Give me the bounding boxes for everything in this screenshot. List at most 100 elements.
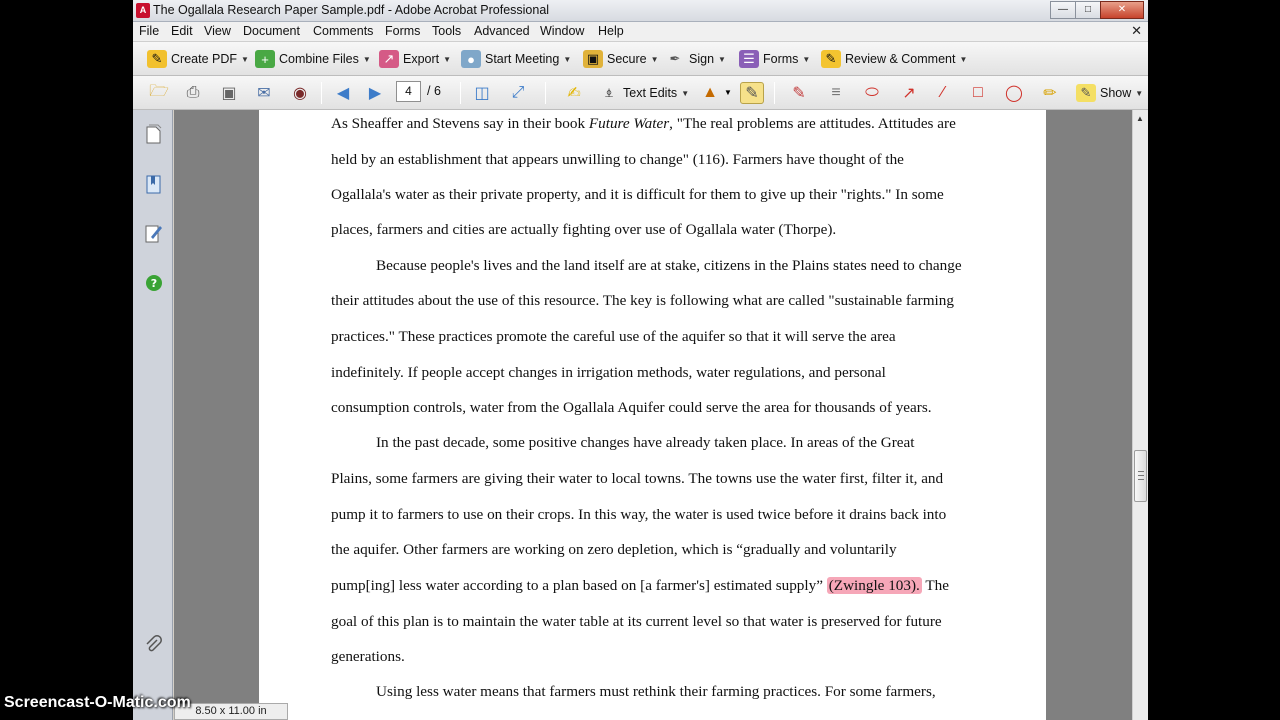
text-line: Using less water means that farmers must… bbox=[376, 683, 936, 700]
pdf-page: As Sheaffer and Stevens say in their boo… bbox=[259, 110, 1046, 720]
arrow-icon[interactable]: ↗ bbox=[897, 82, 921, 104]
chevron-down-icon: ▼ bbox=[718, 54, 726, 64]
chevron-down-icon: ▼ bbox=[241, 54, 249, 64]
secure-button[interactable]: ▣ Secure ▼ bbox=[583, 49, 659, 69]
previous-page-icon[interactable]: ◀ bbox=[331, 82, 355, 104]
highlight-annotation[interactable]: (Zwingle 103). bbox=[826, 577, 922, 594]
bookmarks-icon[interactable] bbox=[143, 173, 164, 195]
sign-label: Sign bbox=[689, 52, 715, 66]
chevron-down-icon: ▼ bbox=[959, 54, 968, 64]
review-comment-button[interactable]: ✎ Review & Comment ▼ bbox=[821, 49, 967, 69]
chevron-down-icon: ▼ bbox=[1135, 88, 1144, 98]
callout-icon[interactable]: ✎ bbox=[787, 82, 811, 104]
acrobat-app-icon: A bbox=[136, 3, 150, 18]
fit-width-icon[interactable]: ⤢ bbox=[506, 82, 530, 104]
text-line: consumption controls, water from the Oga… bbox=[331, 399, 932, 416]
line-icon[interactable]: ∕ bbox=[931, 82, 955, 104]
menu-view[interactable]: View bbox=[204, 24, 231, 38]
menu-file[interactable]: File bbox=[139, 24, 159, 38]
window-controls: — □ ✕ bbox=[1050, 1, 1144, 19]
text-line: generations. bbox=[331, 648, 405, 665]
chevron-down-icon: ▼ bbox=[681, 88, 690, 98]
maximize-icon[interactable]: □ bbox=[1075, 1, 1101, 19]
rectangle-icon[interactable]: □ bbox=[966, 82, 990, 104]
signatures-icon[interactable] bbox=[143, 222, 164, 244]
page-number-input[interactable]: 4 bbox=[396, 81, 421, 102]
combine-files-button[interactable]: + Combine Files ▼ bbox=[255, 49, 371, 69]
chevron-down-icon: ▼ bbox=[563, 54, 572, 64]
combine-files-icon: + bbox=[255, 50, 275, 68]
sign-button[interactable]: ✒ Sign ▼ bbox=[665, 49, 726, 69]
document-close-icon[interactable]: ✕ bbox=[1131, 23, 1142, 39]
minimize-icon[interactable]: — bbox=[1050, 1, 1076, 19]
text-line: Ogallala's water as their private proper… bbox=[331, 186, 944, 203]
vertical-scrollbar[interactable]: ▲ bbox=[1132, 110, 1148, 720]
left-black-border bbox=[0, 0, 133, 720]
next-page-icon[interactable]: ▶ bbox=[363, 82, 387, 104]
show-button[interactable]: ✎ Show ▼ bbox=[1076, 83, 1143, 103]
pencil-icon[interactable]: ✏ bbox=[1038, 82, 1062, 104]
camera-icon[interactable]: ◉ bbox=[288, 82, 312, 104]
pen-icon: ✒ bbox=[669, 51, 681, 66]
pages-icon[interactable] bbox=[143, 123, 164, 145]
toolbar-separator bbox=[460, 82, 461, 104]
menu-tools[interactable]: Tools bbox=[432, 24, 461, 38]
menu-forms[interactable]: Forms bbox=[385, 24, 420, 38]
text-edits-label: Text Edits bbox=[623, 86, 678, 100]
menu-comments[interactable]: Comments bbox=[313, 24, 373, 38]
chevron-down-icon: ▼ bbox=[362, 54, 371, 64]
text-line: the aquifer. Other farmers are working o… bbox=[331, 541, 897, 558]
scrollbar-thumb[interactable] bbox=[1134, 450, 1147, 502]
create-pdf-label: Create PDF bbox=[171, 52, 237, 66]
page-size-status: 8.50 x 11.00 in bbox=[174, 703, 288, 720]
scroll-up-icon[interactable]: ▲ bbox=[1136, 114, 1144, 123]
start-meeting-label: Start Meeting bbox=[485, 52, 560, 66]
highlight-text-icon[interactable]: ✎ bbox=[740, 82, 764, 104]
chevron-down-icon: ▼ bbox=[443, 54, 452, 64]
fit-page-icon[interactable]: ◫ bbox=[470, 82, 494, 104]
save-icon[interactable]: ▣ bbox=[217, 82, 241, 104]
menu-edit[interactable]: Edit bbox=[171, 24, 193, 38]
text-edit-icon: ⍎ bbox=[605, 85, 613, 100]
right-black-border bbox=[1148, 0, 1280, 720]
menu-advanced[interactable]: Advanced bbox=[474, 24, 530, 38]
forms-button[interactable]: ☰ Forms ▼ bbox=[739, 49, 810, 69]
menu-document[interactable]: Document bbox=[243, 24, 300, 38]
sticky-note-icon[interactable]: ✍ bbox=[562, 82, 586, 104]
close-icon[interactable]: ✕ bbox=[1100, 1, 1144, 19]
menu-help[interactable]: Help bbox=[598, 24, 624, 38]
text-line: Because people's lives and the land itse… bbox=[376, 257, 962, 274]
export-button[interactable]: ↗ Export ▼ bbox=[379, 49, 451, 69]
create-pdf-button[interactable]: ✎ Create PDF ▼ bbox=[147, 49, 249, 69]
export-icon: ↗ bbox=[379, 50, 399, 68]
export-label: Export bbox=[403, 52, 440, 66]
help-icon[interactable]: ? bbox=[143, 272, 164, 294]
text-line: held by an establishment that appears un… bbox=[331, 151, 904, 168]
cloud-icon[interactable]: ⬭ bbox=[860, 82, 884, 104]
open-folder-icon[interactable]: 🗁 bbox=[147, 82, 171, 104]
menu-window[interactable]: Window bbox=[540, 24, 584, 38]
email-icon[interactable]: ✉ bbox=[252, 82, 276, 104]
stamp-icon[interactable]: ▲ bbox=[698, 82, 722, 104]
start-meeting-button[interactable]: ● Start Meeting ▼ bbox=[461, 49, 571, 69]
comment-bubble-icon: ✎ bbox=[821, 50, 841, 68]
text-line: pump[ing] less water according to a plan… bbox=[331, 577, 949, 594]
tools-toolbar: 🗁 ⎙ ▣ ✉ ◉ ◀ ▶ 4 / 6 ◫ ⤢ ✍ ⍎ Text Edits ▼… bbox=[133, 76, 1148, 110]
toolbar-separator bbox=[545, 82, 546, 104]
chevron-down-icon: ▼ bbox=[650, 54, 659, 64]
page-total: / 6 bbox=[427, 84, 441, 98]
text-edits-button[interactable]: ⍎ Text Edits ▼ bbox=[599, 83, 689, 103]
text-box-icon[interactable]: ≡ bbox=[824, 82, 848, 104]
text-line: As Sheaffer and Stevens say in their boo… bbox=[331, 115, 956, 132]
chevron-down-icon[interactable]: ▼ bbox=[724, 88, 732, 97]
show-comments-icon: ✎ bbox=[1076, 84, 1096, 102]
document-view[interactable]: As Sheaffer and Stevens say in their boo… bbox=[174, 110, 1132, 720]
window-title: The Ogallala Research Paper Sample.pdf -… bbox=[153, 3, 550, 17]
text-line: Plains, some farmers are giving their wa… bbox=[331, 470, 944, 487]
oval-icon[interactable]: ◯ bbox=[1002, 82, 1026, 104]
text-line: indefinitely. If people accept changes i… bbox=[331, 364, 886, 381]
toolbar-separator bbox=[321, 82, 322, 104]
attachments-icon[interactable] bbox=[143, 634, 164, 656]
acrobat-window: A The Ogallala Research Paper Sample.pdf… bbox=[133, 0, 1148, 720]
print-icon[interactable]: ⎙ bbox=[181, 82, 205, 104]
